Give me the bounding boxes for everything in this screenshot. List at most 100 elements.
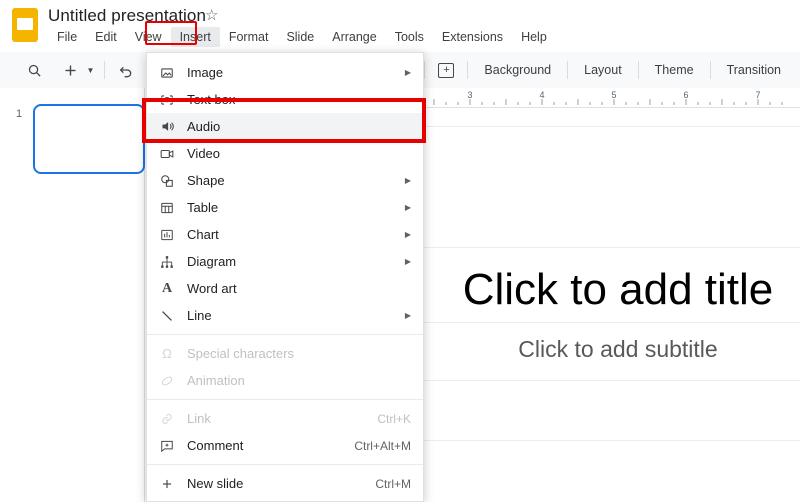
title-bar: Untitled presentation ☆ File Edit View I… [0, 0, 800, 52]
theme-button[interactable]: Theme [646, 58, 703, 82]
menu-slide[interactable]: Slide [277, 27, 323, 47]
chevron-right-icon: ▶ [404, 257, 411, 266]
ruler-label-3: 3 [467, 90, 472, 100]
chevron-right-icon: ▶ [404, 176, 411, 185]
background-button[interactable]: Background [475, 58, 560, 82]
toolbar-divider-3 [467, 61, 469, 79]
menu-item-label: Diagram [187, 254, 237, 269]
google-slides-window: Untitled presentation ☆ File Edit View I… [0, 0, 800, 502]
menu-item-label: Table [187, 200, 219, 215]
menu-format[interactable]: Format [220, 27, 278, 47]
menu-item-image[interactable]: Image ▶ [147, 59, 423, 86]
transition-button[interactable]: Transition [718, 58, 790, 82]
google-slides-logo-icon [12, 8, 38, 42]
menu-item-diagram[interactable]: Diagram ▶ [147, 248, 423, 275]
slide-thumbnail-1[interactable] [33, 104, 145, 174]
menu-item-audio[interactable]: Audio [147, 113, 423, 140]
menu-item-word-art[interactable]: A Word art [147, 275, 423, 302]
video-icon [147, 147, 187, 161]
ruler-label-6: 6 [683, 90, 688, 100]
menu-item-label: Comment [187, 438, 244, 453]
menu-separator-3 [147, 464, 423, 465]
menu-item-shortcut: Ctrl+M [375, 476, 411, 491]
menu-edit[interactable]: Edit [86, 27, 126, 47]
line-icon [147, 309, 187, 323]
audio-icon [147, 119, 187, 134]
menu-item-label: Chart [187, 227, 219, 242]
menu-insert[interactable]: Insert [170, 27, 220, 47]
menu-view[interactable]: View [126, 27, 171, 47]
toolbar-divider-6 [709, 61, 711, 79]
add-comment-icon[interactable]: + [432, 56, 460, 84]
menu-item-shortcut: Ctrl+K [377, 411, 411, 426]
diagram-icon [147, 255, 187, 269]
menu-item-shortcut: Ctrl+Alt+M [354, 438, 411, 453]
ruler-label-7: 7 [755, 90, 760, 100]
menu-item-animation: Animation [147, 367, 423, 394]
menu-item-label: Text box [187, 92, 236, 107]
menu-item-line[interactable]: Line ▶ [147, 302, 423, 329]
textbox-icon [147, 93, 187, 107]
toolbar-divider [104, 61, 105, 79]
link-icon [147, 412, 187, 426]
menu-file[interactable]: File [48, 27, 86, 47]
menu-item-label: Shape [187, 173, 225, 188]
ruler-label-5: 5 [611, 90, 616, 100]
undo-icon[interactable] [112, 56, 140, 84]
menu-item-comment[interactable]: Comment Ctrl+Alt+M [147, 432, 423, 459]
menu-item-label: Animation [187, 373, 245, 388]
image-icon [147, 66, 187, 80]
new-slide-caret-icon[interactable]: ▼ [84, 56, 97, 84]
plus-icon [147, 477, 187, 491]
animation-icon [147, 374, 187, 388]
insert-dropdown-menu: Image ▶ Text box Audio Video Shape ▶ Tab… [146, 52, 424, 502]
menu-item-label: Word art [187, 281, 237, 296]
chevron-right-icon: ▶ [404, 311, 411, 320]
menu-item-table[interactable]: Table ▶ [147, 194, 423, 221]
document-title[interactable]: Untitled presentation [48, 6, 206, 26]
shape-icon [147, 174, 187, 188]
menu-help[interactable]: Help [512, 27, 556, 47]
layout-button[interactable]: Layout [575, 58, 631, 82]
menu-bar: File Edit View Insert Format Slide Arran… [48, 27, 556, 47]
menu-item-label: Audio [187, 119, 221, 134]
chevron-right-icon: ▶ [404, 230, 411, 239]
chevron-right-icon: ▶ [404, 203, 411, 212]
menu-extensions[interactable]: Extensions [433, 27, 512, 47]
toolbar-right-group: ▼ + Background Layout Theme Transition [376, 56, 800, 84]
comment-icon [147, 439, 187, 453]
menu-item-label: Video [187, 146, 221, 161]
menu-separator-1 [147, 334, 423, 335]
menu-item-label: New slide [187, 476, 244, 491]
menu-item-link: Link Ctrl+K [147, 405, 423, 432]
menu-tools[interactable]: Tools [386, 27, 433, 47]
subtitle-placeholder[interactable]: Click to add subtitle [436, 336, 800, 363]
menu-item-new-slide[interactable]: New slide Ctrl+M [147, 470, 423, 497]
omega-icon: Ω [162, 346, 172, 361]
search-icon[interactable] [20, 56, 48, 84]
menu-separator-2 [147, 399, 423, 400]
toolbar-divider-5 [637, 61, 639, 79]
ruler-label-4: 4 [539, 90, 544, 100]
menu-item-video[interactable]: Video [147, 140, 423, 167]
star-icon[interactable]: ☆ [205, 8, 218, 23]
wordart-icon: A [161, 280, 173, 296]
horizontal-ruler[interactable]: 3 4 5 6 7 [420, 88, 800, 108]
menu-item-label: Special characters [187, 346, 294, 361]
menu-item-special-characters: Ω Special characters [147, 340, 423, 367]
slide-number-label: 1 [16, 108, 23, 120]
menu-item-label: Link [187, 411, 211, 426]
chevron-right-icon: ▶ [404, 68, 411, 77]
chart-icon [147, 228, 187, 242]
toolbar-divider-2 [424, 61, 426, 79]
menu-item-chart[interactable]: Chart ▶ [147, 221, 423, 248]
menu-item-shape[interactable]: Shape ▶ [147, 167, 423, 194]
table-icon [147, 201, 187, 215]
menu-item-label: Image [187, 65, 224, 80]
new-slide-icon[interactable] [56, 56, 84, 84]
toolbar-divider-4 [567, 61, 569, 79]
menu-item-text-box[interactable]: Text box [147, 86, 423, 113]
title-placeholder[interactable]: Click to add title [436, 265, 800, 315]
menu-item-label: Line [187, 308, 212, 323]
menu-arrange[interactable]: Arrange [323, 27, 385, 47]
